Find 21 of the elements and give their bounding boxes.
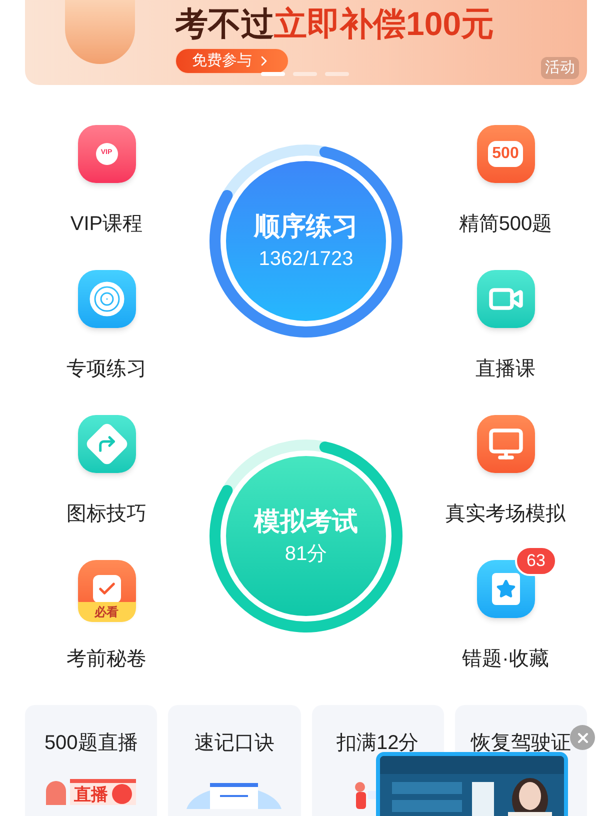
promo-banner[interactable]: 考不过立即补偿100元 免费参与 活动 [25,0,587,85]
feature-button[interactable]: 直播课 [404,254,607,399]
activity-tag: 活动 [541,57,579,79]
icon-label: 必看 [78,602,136,622]
video-icon [476,270,534,328]
feature-card[interactable]: 500题直播 直播 [25,705,158,816]
feature-button[interactable]: 63 错题·收藏 [404,544,607,689]
target-icon [78,270,136,328]
shield-emblem [65,0,135,64]
live-illustration: 直播 [46,779,136,805]
turn-arrow-icon [78,414,136,472]
close-dialog[interactable] [570,725,595,750]
count-badge: 63 [514,546,558,576]
feature-button[interactable]: 图标技巧 [5,399,208,544]
monitor-icon [476,414,534,472]
feature-button[interactable]: 专项练习 [5,254,208,399]
box-icon: 500 [476,124,534,182]
feature-card[interactable]: 速记口诀 [168,705,300,816]
feature-button[interactable]: 真实考场模拟 [404,399,607,544]
feature-button[interactable]: 500 精简500题 [404,109,607,254]
feature-button[interactable]: 必看 考前秘卷 [5,544,208,689]
